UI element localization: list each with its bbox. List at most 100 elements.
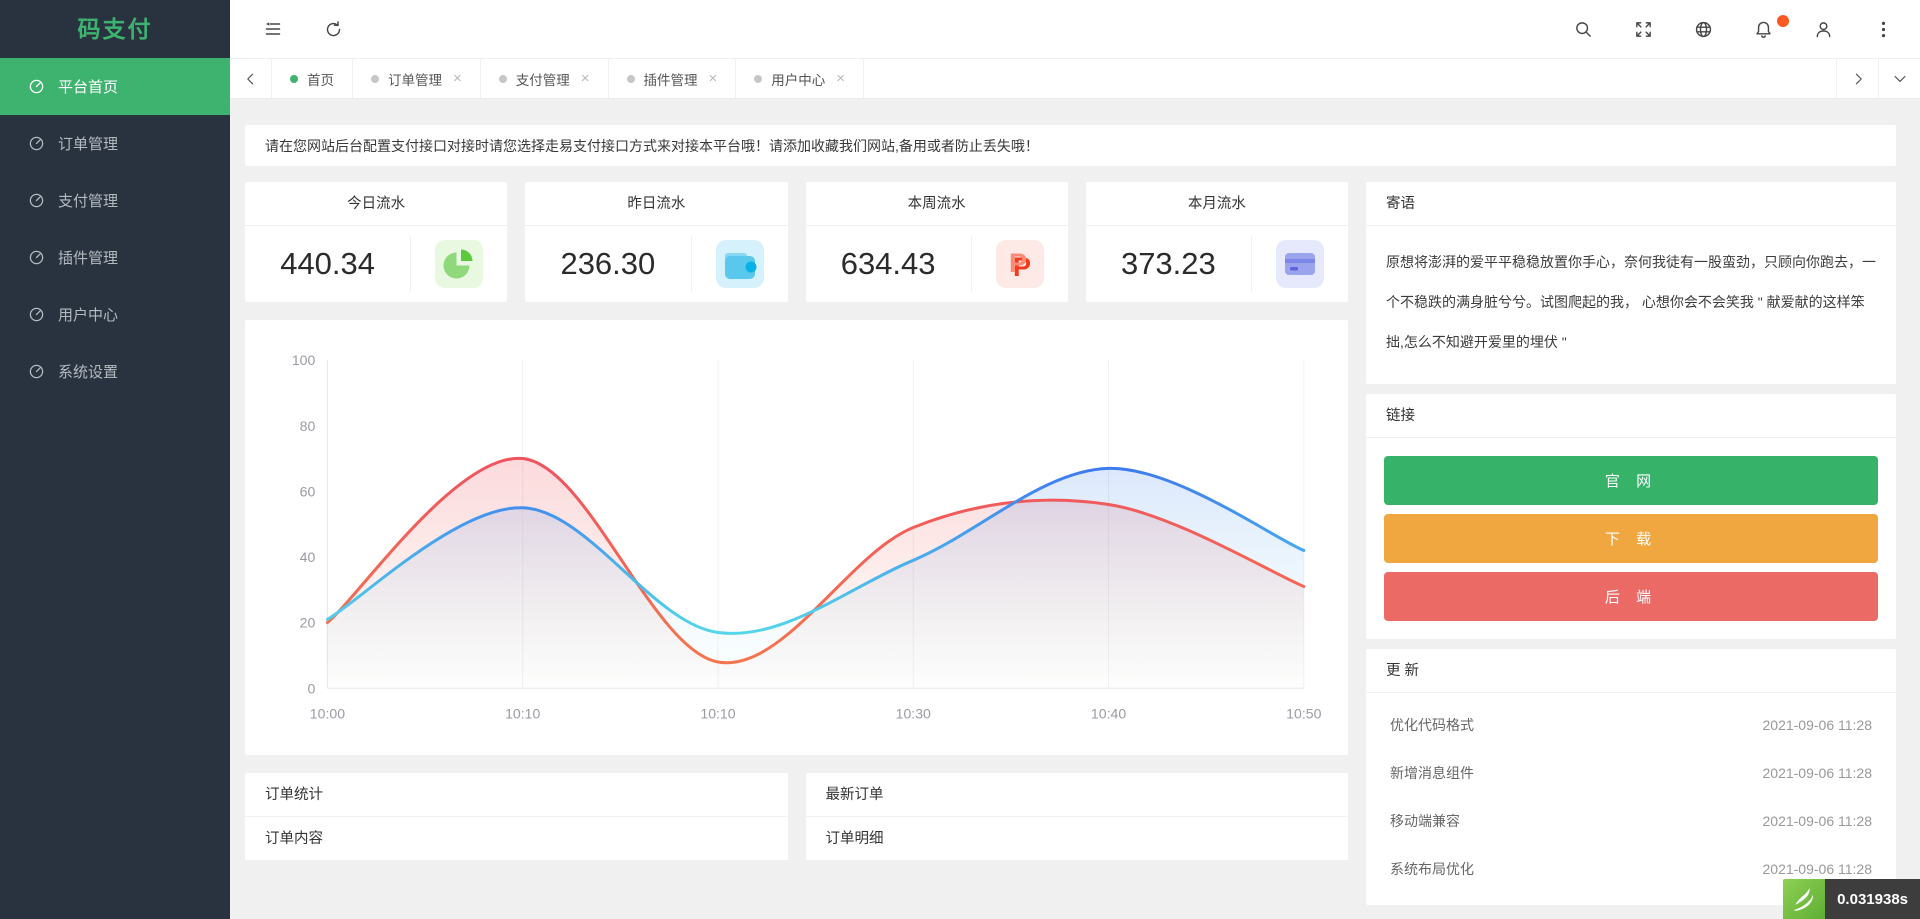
stat-title: 本周流水 <box>806 182 1068 226</box>
svg-text:10:50: 10:50 <box>1286 705 1321 721</box>
debug-trace-badge[interactable]: 0.031938s <box>1783 879 1920 919</box>
tab-status-dot <box>627 75 635 83</box>
topbar-left <box>260 16 346 42</box>
tab-home[interactable]: 首页 <box>272 59 353 98</box>
stat-value: 634.43 <box>806 246 971 282</box>
pie-chart-icon <box>435 240 483 288</box>
app-root: 码支付 平台首页 订单管理 支付管理 插件管理 用户中心 <box>0 0 1920 919</box>
svg-text:80: 80 <box>300 418 316 434</box>
tab-user-center[interactable]: 用户中心 × <box>736 59 864 98</box>
tab-orders[interactable]: 订单管理 × <box>353 59 481 98</box>
sidebar-item-platform-home[interactable]: 平台首页 <box>0 58 230 115</box>
notice-bar: 请在您网站后台配置支付接口对接时请您选择走易支付接口方式来对接本平台哦！请添加收… <box>245 125 1896 166</box>
main-area: 首页 订单管理 × 支付管理 × 插件管理 × <box>230 0 1920 919</box>
backend-button[interactable]: 后 端 <box>1384 572 1878 621</box>
update-item: 移动端兼容 2021-09-06 11:28 <box>1366 797 1896 845</box>
update-time: 2021-09-06 11:28 <box>1763 861 1873 877</box>
language-globe-icon[interactable] <box>1690 16 1716 42</box>
tabs-list: 首页 订单管理 × 支付管理 × 插件管理 × <box>272 59 1836 98</box>
svg-text:10:10: 10:10 <box>700 705 735 721</box>
fullscreen-icon[interactable] <box>1630 16 1656 42</box>
sidebar-item-plugins[interactable]: 插件管理 <box>0 229 230 286</box>
flow-chart-card: 10:0010:1010:1010:3010:4010:500204060801… <box>245 320 1348 755</box>
stat-value: 440.34 <box>245 246 410 282</box>
tab-close-icon[interactable]: × <box>453 71 462 86</box>
card-body-label: 订单明细 <box>806 817 1349 861</box>
stat-card-month: 本月流水 373.23 <box>1086 182 1348 302</box>
stat-value: 373.23 <box>1086 246 1251 282</box>
update-label: 优化代码格式 <box>1390 715 1474 735</box>
sidebar-item-label: 用户中心 <box>58 304 118 325</box>
message-card: 寄语 原想将澎湃的爱平平稳稳放置你手心，奈何我徒有一股蛮劲，只顾向你跑去，一个不… <box>1366 182 1896 384</box>
sidebar-menu: 平台首页 订单管理 支付管理 插件管理 用户中心 系统设置 <box>0 58 230 400</box>
tab-status-dot <box>499 75 507 83</box>
official-site-button[interactable]: 官 网 <box>1384 456 1878 505</box>
page-content: 请在您网站后台配置支付接口对接时请您选择走易支付接口方式来对接本平台哦！请添加收… <box>230 99 1920 919</box>
svg-text:100: 100 <box>292 352 316 368</box>
sidebar-item-user-center[interactable]: 用户中心 <box>0 286 230 343</box>
latest-orders-card: 最新订单 订单明细 <box>806 773 1349 861</box>
stat-cards: 今日流水 440.34 <box>245 182 1348 302</box>
tab-status-dot <box>290 75 298 83</box>
update-item: 新增消息组件 2021-09-06 11:28 <box>1366 749 1896 797</box>
stat-card-yesterday: 昨日流水 236.30 <box>525 182 787 302</box>
tab-payments[interactable]: 支付管理 × <box>481 59 609 98</box>
tab-label: 首页 <box>307 69 334 89</box>
credit-card-icon <box>1276 240 1324 288</box>
tabs-scroll-right-icon[interactable] <box>1836 59 1878 98</box>
tab-label: 插件管理 <box>644 69 698 89</box>
order-stats-card: 订单统计 订单内容 <box>245 773 788 861</box>
card-body-label: 订单内容 <box>245 817 788 861</box>
refresh-icon[interactable] <box>320 16 346 42</box>
collapse-sidebar-icon[interactable] <box>260 16 286 42</box>
topbar <box>230 0 1920 59</box>
gauge-icon <box>28 192 45 209</box>
sidebar-item-payments[interactable]: 支付管理 <box>0 172 230 229</box>
download-button[interactable]: 下 载 <box>1384 514 1878 563</box>
svg-text:10:30: 10:30 <box>896 705 931 721</box>
notifications-bell-icon[interactable] <box>1750 16 1776 42</box>
gauge-icon <box>28 306 45 323</box>
stat-title: 本月流水 <box>1086 182 1348 226</box>
tabs-menu-icon[interactable] <box>1878 59 1920 98</box>
thinkphp-logo-icon <box>1783 879 1825 919</box>
execution-time: 0.031938s <box>1825 879 1920 919</box>
card-title: 链接 <box>1366 394 1896 438</box>
svg-text:60: 60 <box>300 483 316 499</box>
links-card: 链接 官 网 下 载 后 端 <box>1366 394 1896 639</box>
sidebar-item-system-settings[interactable]: 系统设置 <box>0 343 230 400</box>
sidebar-item-label: 插件管理 <box>58 247 118 268</box>
update-time: 2021-09-06 11:28 <box>1763 717 1873 733</box>
tab-close-icon[interactable]: × <box>581 71 590 86</box>
user-profile-icon[interactable] <box>1810 16 1836 42</box>
app-logo: 码支付 <box>0 0 230 58</box>
svg-text:40: 40 <box>300 549 316 565</box>
tab-status-dot <box>371 75 379 83</box>
notice-text: 请在您网站后台配置支付接口对接时请您选择走易支付接口方式来对接本平台哦！请添加收… <box>265 136 1039 156</box>
stat-card-week: 本周流水 634.43 PP <box>806 182 1068 302</box>
tabs-scroll-left-icon[interactable] <box>230 59 272 98</box>
sidebar-item-orders[interactable]: 订单管理 <box>0 115 230 172</box>
tab-close-icon[interactable]: × <box>836 71 845 86</box>
update-item: 优化代码格式 2021-09-06 11:28 <box>1366 701 1896 749</box>
tab-close-icon[interactable]: × <box>709 71 718 86</box>
order-cards: 订单统计 订单内容 最新订单 订单明细 <box>245 773 1348 861</box>
update-time: 2021-09-06 11:28 <box>1763 765 1873 781</box>
more-options-icon[interactable] <box>1870 16 1896 42</box>
svg-text:10:40: 10:40 <box>1091 705 1126 721</box>
sidebar-item-label: 系统设置 <box>58 361 118 382</box>
search-icon[interactable] <box>1570 16 1596 42</box>
topbar-right <box>1570 16 1896 42</box>
card-title: 寄语 <box>1366 182 1896 226</box>
card-title: 订单统计 <box>245 773 788 817</box>
gauge-icon <box>28 363 45 380</box>
tab-label: 支付管理 <box>516 69 570 89</box>
paypal-icon: PP <box>996 240 1044 288</box>
flow-line-chart: 10:0010:1010:1010:3010:4010:500204060801… <box>263 344 1330 739</box>
updates-card: 更 新 优化代码格式 2021-09-06 11:28 新增消息组件 2021-… <box>1366 649 1896 905</box>
sidebar: 码支付 平台首页 订单管理 支付管理 插件管理 用户中心 <box>0 0 230 919</box>
stat-title: 昨日流水 <box>525 182 787 226</box>
left-column: 今日流水 440.34 <box>245 182 1348 861</box>
tab-plugins[interactable]: 插件管理 × <box>609 59 737 98</box>
card-title: 最新订单 <box>806 773 1349 817</box>
